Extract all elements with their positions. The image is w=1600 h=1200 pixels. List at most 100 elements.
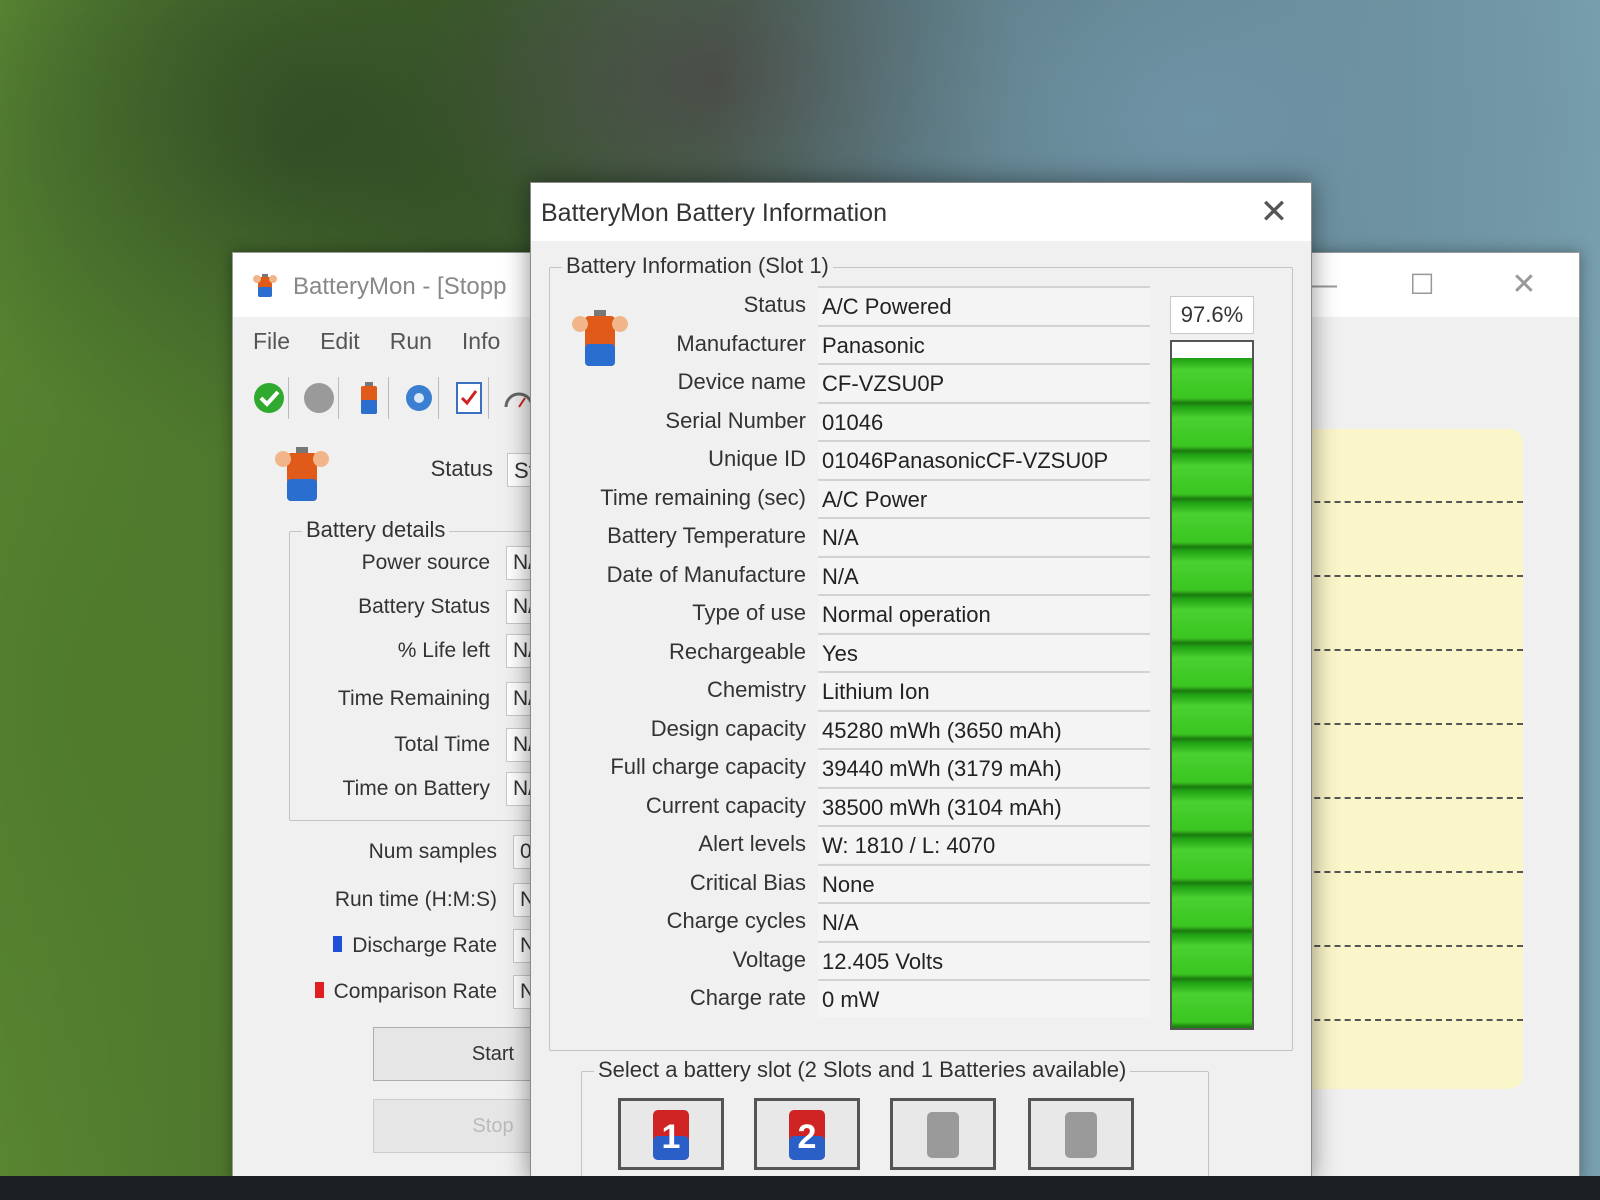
info-value: 01046PanasonicCF-VZSU0P (818, 440, 1150, 478)
taskbar (0, 1176, 1600, 1200)
detail-label: Time on Battery (342, 777, 490, 800)
battery-information-title: Battery Information (Slot 1) (562, 253, 833, 279)
menu-file[interactable]: File (253, 328, 290, 355)
empty-slot-icon (1065, 1112, 1097, 1158)
info-value: 12.405 Volts (818, 940, 1150, 979)
info-row: Alert levels W: 1810 / L: 4070 (550, 825, 1150, 863)
info-label: Full charge capacity (610, 754, 806, 779)
info-row: Charge rate 0 mW (550, 979, 1150, 1017)
battery-details-title: Battery details (302, 517, 450, 543)
slot-2-number: 2 (798, 1118, 817, 1156)
info-label: Chemistry (706, 677, 806, 702)
comparison-color-swatch (314, 982, 324, 998)
battery-slot-title: Select a battery slot (2 Slots and 1 Bat… (594, 1057, 1131, 1083)
detail-label: Total Time (394, 733, 490, 756)
toolbar-battery-info-button[interactable] (349, 377, 390, 419)
info-label: Unique ID (708, 446, 806, 471)
detail-label: % Life left (397, 639, 490, 662)
charge-level-gauge (1170, 340, 1254, 1030)
info-row: Design capacity 45280 mWh (3650 mAh) (550, 709, 1150, 748)
menu-info[interactable]: Info (462, 328, 500, 355)
batterymon-app-icon (253, 274, 277, 297)
info-row: Battery Temperature N/A (550, 517, 1150, 555)
info-label: Serial Number (665, 407, 806, 433)
info-value: W: 1810 / L: 4070 (818, 825, 1150, 863)
comparison-rate-label: Comparison Rate (297, 980, 497, 1004)
info-row: Manufacturer Panasonic (550, 324, 1150, 363)
info-label: Critical Bias (689, 869, 806, 895)
info-row: Full charge capacity 39440 mWh (3179 mAh) (550, 748, 1150, 786)
gear-icon (405, 385, 432, 411)
battery-icon (360, 382, 377, 414)
info-row: Status A/C Powered (550, 286, 1150, 324)
info-label: Rechargeable (669, 638, 806, 664)
check-icon (253, 383, 284, 413)
battery-slot-group: Select a battery slot (2 Slots and 1 Bat… (581, 1057, 1209, 1191)
stop-circle-icon (303, 383, 334, 413)
dialog-titlebar[interactable]: BatteryMon Battery Information ✕ (531, 183, 1311, 241)
dialog-close-button[interactable]: ✕ (1253, 191, 1295, 233)
info-value: Lithium Ion (818, 671, 1150, 709)
info-value: N/A (818, 555, 1150, 594)
info-value: 45280 mWh (3650 mAh) (818, 709, 1150, 748)
main-window-title: BatteryMon - [Stopp (293, 273, 507, 300)
info-label: Voltage (732, 946, 806, 972)
slot-1-button[interactable]: 1 (618, 1098, 724, 1170)
num-samples-label: Num samples (368, 840, 497, 863)
detail-label: Battery Status (358, 595, 490, 618)
info-label: Alert levels (698, 831, 806, 856)
comparison-rate-text: Comparison Rate (333, 980, 497, 1003)
run-time-label: Run time (H:M:S) (334, 888, 497, 911)
info-value: 38500 mWh (3104 mAh) (818, 786, 1150, 825)
info-value: Normal operation (818, 594, 1150, 632)
info-row: Chemistry Lithium Ion (550, 671, 1150, 709)
info-value: A/C Power (818, 478, 1150, 517)
info-row: Device name CF-VZSU0P (550, 363, 1150, 401)
info-row: Voltage 12.405 Volts (550, 940, 1150, 979)
info-value: A/C Powered (818, 286, 1150, 324)
menu-bar: File Edit Run Info (233, 319, 533, 363)
maximize-button[interactable]: ☐ (1399, 265, 1445, 305)
info-value: 0 mW (818, 979, 1150, 1017)
discharge-rate-text: Discharge Rate (352, 934, 497, 957)
info-row: Rechargeable Yes (550, 632, 1150, 671)
info-value: Yes (818, 632, 1150, 671)
info-value: N/A (818, 902, 1150, 940)
info-value: 39440 mWh (3179 mAh) (818, 748, 1150, 786)
info-row: Date of Manufacture N/A (550, 555, 1150, 594)
info-row: Current capacity 38500 mWh (3104 mAh) (550, 786, 1150, 825)
info-row: Serial Number 01046 (550, 401, 1150, 440)
discharge-color-swatch (333, 936, 343, 952)
status-label: Status (430, 455, 493, 481)
toolbar-start-button[interactable] (249, 377, 290, 419)
menu-run[interactable]: Run (390, 328, 432, 355)
info-label: Battery Temperature (607, 523, 806, 548)
info-label: Design capacity (650, 715, 806, 741)
info-label: Status (743, 292, 806, 317)
detail-label: Time Remaining (337, 687, 490, 710)
info-label: Manufacturer (676, 330, 806, 356)
close-button[interactable]: ✕ (1501, 265, 1547, 305)
toolbar-stop-button[interactable] (299, 377, 340, 419)
discharge-rate-label: Discharge Rate (297, 934, 497, 958)
battery-mascot-icon (275, 447, 329, 501)
battery-slot-2-icon: 2 (789, 1110, 825, 1160)
charge-level-fill (1172, 358, 1252, 1028)
info-label: Charge cycles (666, 908, 806, 933)
toolbar-options-button[interactable] (399, 377, 440, 419)
toolbar-log-button[interactable] (449, 377, 490, 419)
info-value: None (818, 863, 1150, 902)
battery-information-group: Battery Information (Slot 1) Status A/C P… (549, 253, 1293, 1051)
slot-3-button[interactable] (890, 1098, 996, 1170)
info-label: Current capacity (645, 792, 806, 818)
charge-percent-label: 97.6% (1170, 296, 1254, 334)
menu-edit[interactable]: Edit (320, 328, 360, 355)
info-value: Panasonic (818, 324, 1150, 363)
info-label: Charge rate (689, 985, 806, 1010)
slot-4-button[interactable] (1028, 1098, 1134, 1170)
slot-2-button[interactable]: 2 (754, 1098, 860, 1170)
battery-information-dialog: BatteryMon Battery Information ✕ Battery… (530, 182, 1312, 1191)
info-label: Device name (677, 369, 806, 394)
info-label: Date of Manufacture (606, 561, 806, 587)
info-row: Time remaining (sec) A/C Power (550, 478, 1150, 517)
